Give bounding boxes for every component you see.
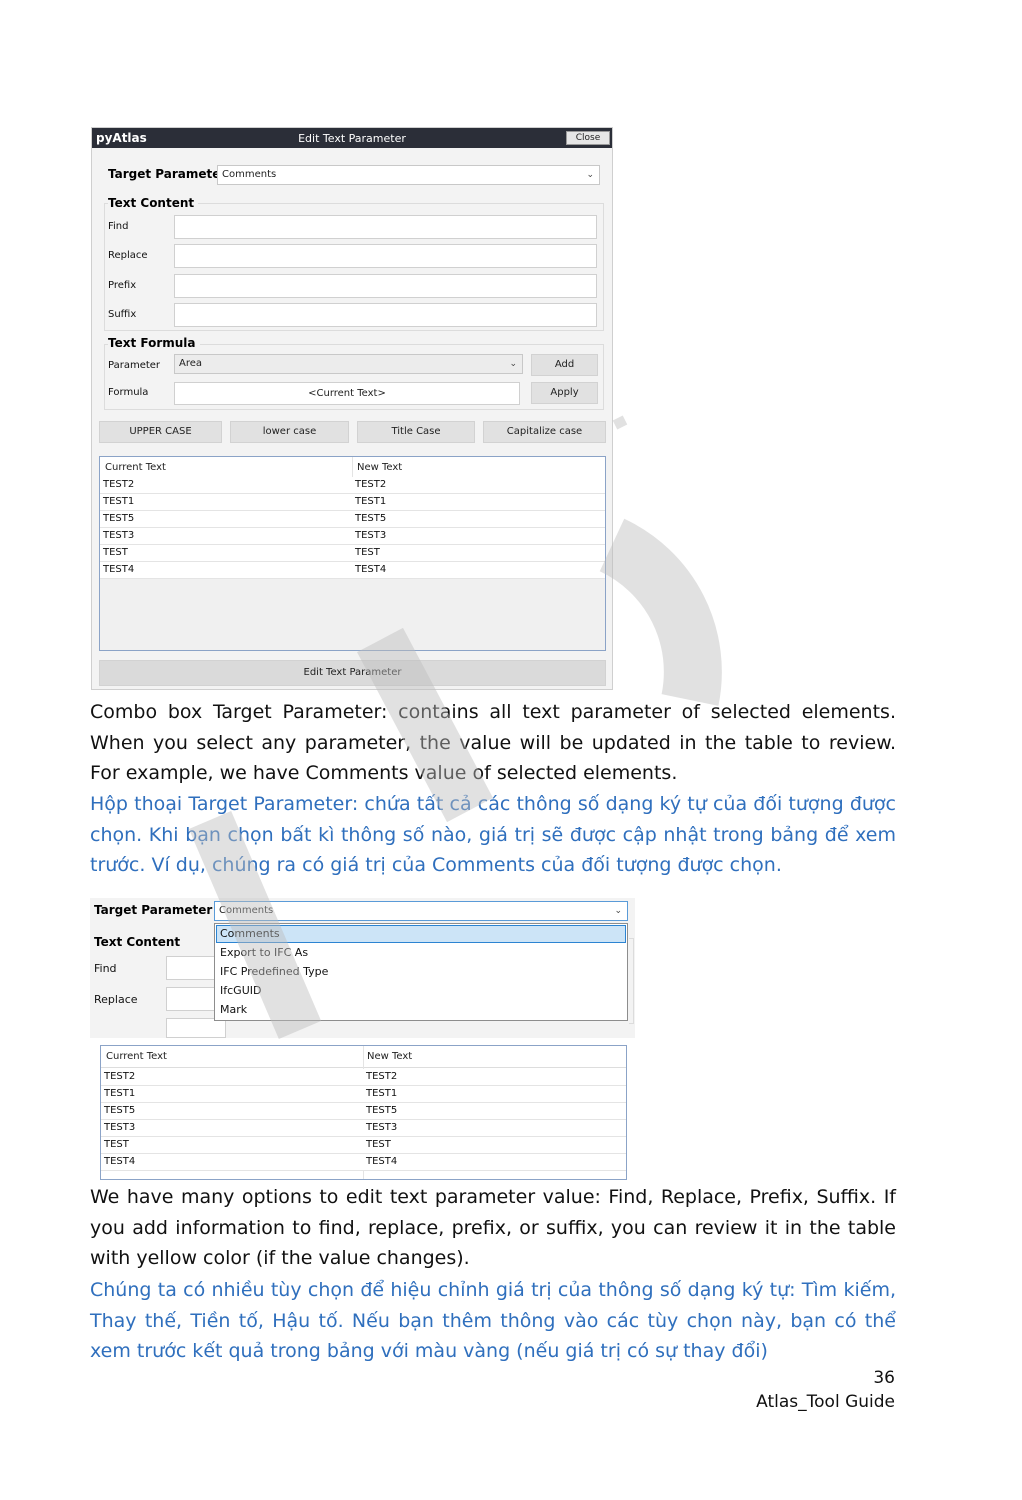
cell-current: TEST4: [104, 1156, 136, 1167]
prefix-input[interactable]: [166, 1018, 226, 1038]
text-content-label: Text Content: [108, 196, 199, 210]
cell-current: TEST3: [103, 530, 135, 541]
dialog-title: Edit Text Parameter: [298, 132, 406, 145]
table-row[interactable]: TEST2 TEST2: [101, 1069, 626, 1086]
target-parameter-dropdown-list[interactable]: Comments Export to IFC As IFC Predefined…: [214, 923, 628, 1021]
cell-new: TEST: [355, 547, 380, 558]
target-parameter-combo[interactable]: Comments ⌄: [217, 165, 600, 185]
table-row[interactable]: TEST5 TEST5: [101, 1103, 626, 1120]
formula-label: Formula: [108, 387, 149, 398]
add-button[interactable]: Add: [531, 354, 598, 376]
preview-table-2[interactable]: Current Text New Text TEST2 TEST2 TEST1 TE…: [100, 1045, 627, 1180]
cell-current: TEST: [104, 1139, 129, 1150]
column-header-current: Current Text: [106, 1051, 167, 1062]
cell-current: TEST2: [104, 1071, 136, 1082]
table-row[interactable]: TEST4 TEST4: [101, 1154, 626, 1171]
cell-current: TEST2: [103, 479, 135, 490]
replace-input[interactable]: [174, 244, 597, 268]
capitalize-case-button[interactable]: Capitalize case: [483, 421, 606, 443]
group-edge: [629, 938, 634, 1024]
preview-table[interactable]: Current Text New Text TEST2 TEST2 TEST1 TE…: [99, 456, 606, 651]
table-row[interactable]: TEST1 TEST1: [100, 494, 605, 511]
dropdown-option-mark[interactable]: Mark: [220, 1003, 247, 1016]
page-number: 36: [873, 1368, 895, 1388]
upper-case-button[interactable]: UPPER CASE: [99, 421, 222, 443]
formula-input[interactable]: <Current Text>: [174, 382, 520, 405]
cell-current: TEST1: [104, 1088, 136, 1099]
parameter-value: Area: [179, 358, 203, 369]
column-header-new: New Text: [367, 1051, 413, 1062]
find-label: Find: [94, 962, 117, 975]
chevron-down-icon: ⌄: [586, 170, 594, 180]
replace-label: Replace: [94, 993, 138, 1006]
paragraph-target-parameter-vi: Hộp thoại Target Parameter: chứa tất cả …: [90, 793, 896, 877]
cell-current: TEST: [103, 547, 128, 558]
cell-new: TEST4: [366, 1156, 398, 1167]
text-content-label: Text Content: [94, 935, 181, 949]
edit-text-parameter-button[interactable]: Edit Text Parameter: [99, 660, 606, 686]
apply-button[interactable]: Apply: [531, 382, 598, 404]
table-row[interactable]: TEST2 TEST2: [100, 477, 605, 494]
dialog-titlebar: pyAtlas Edit Text Parameter Close: [92, 128, 612, 148]
target-parameter-label: Target Parameter: [108, 167, 227, 181]
text-formula-label: Text Formula: [108, 336, 200, 350]
cell-current: TEST1: [103, 496, 135, 507]
dropdown-option-ifc-predefined-type[interactable]: IFC Predefined Type: [220, 965, 328, 978]
cell-new: TEST4: [355, 564, 387, 575]
parameter-label: Parameter: [108, 360, 161, 371]
column-header-current: Current Text: [105, 462, 166, 473]
target-parameter-label: Target Parameter: [94, 903, 213, 917]
suffix-label: Suffix: [108, 309, 137, 320]
cell-new: TEST3: [355, 530, 387, 541]
table-row[interactable]: TEST TEST: [100, 545, 605, 562]
cell-new: TEST2: [366, 1071, 398, 1082]
suffix-input[interactable]: [174, 303, 597, 327]
paragraph-edit-options-en: We have many options to edit text parame…: [90, 1186, 896, 1270]
cell-new: TEST1: [366, 1088, 398, 1099]
table-row[interactable]: TEST5 TEST5: [100, 511, 605, 528]
document-title: Atlas_Tool Guide: [756, 1392, 895, 1412]
title-case-button[interactable]: Title Case: [357, 421, 475, 443]
cell-current: TEST4: [103, 564, 135, 575]
cell-current: TEST5: [104, 1105, 136, 1116]
cell-new: TEST: [366, 1139, 391, 1150]
find-input[interactable]: [174, 215, 597, 239]
replace-label: Replace: [108, 250, 148, 261]
paragraph-edit-options-vi: Chúng ta có nhiều tùy chọn để hiệu chỉnh…: [90, 1279, 896, 1363]
table-row[interactable]: TEST TEST: [101, 1137, 626, 1154]
cell-new: TEST2: [355, 479, 387, 490]
cell-new: TEST3: [366, 1122, 398, 1133]
target-parameter-combo[interactable]: Comments ⌄: [214, 901, 628, 921]
close-button[interactable]: Close: [566, 131, 610, 145]
table-row[interactable]: TEST3 TEST3: [100, 528, 605, 545]
parameter-combo[interactable]: Area ⌄: [174, 354, 523, 374]
cell-current: TEST5: [103, 513, 135, 524]
cell-new: TEST1: [355, 496, 387, 507]
table-row[interactable]: TEST1 TEST1: [101, 1086, 626, 1103]
column-header-new: New Text: [357, 462, 403, 473]
cell-new: TEST5: [366, 1105, 398, 1116]
find-label: Find: [108, 221, 129, 232]
table-row[interactable]: TEST4 TEST4: [100, 562, 605, 579]
target-parameter-value: Comments: [222, 169, 277, 180]
prefix-input[interactable]: [174, 274, 597, 298]
dropdown-option-ifcguid[interactable]: IfcGUID: [220, 984, 261, 997]
lower-case-button[interactable]: lower case: [230, 421, 349, 443]
chevron-down-icon: ⌄: [614, 906, 622, 916]
chevron-down-icon: ⌄: [509, 359, 517, 369]
dropdown-option-export-to-ifc-as[interactable]: Export to IFC As: [220, 946, 308, 959]
dropdown-option-comments[interactable]: Comments: [220, 927, 280, 940]
table-row[interactable]: TEST3 TEST3: [101, 1120, 626, 1137]
paragraph-target-parameter-en: Combo box Target Parameter: contains all…: [90, 701, 896, 785]
cell-new: TEST5: [355, 513, 387, 524]
target-parameter-value: Comments: [219, 905, 274, 916]
cell-current: TEST3: [104, 1122, 136, 1133]
edit-text-parameter-dialog: pyAtlas Edit Text Parameter Close Target…: [91, 127, 613, 690]
prefix-label: Prefix: [108, 280, 137, 291]
